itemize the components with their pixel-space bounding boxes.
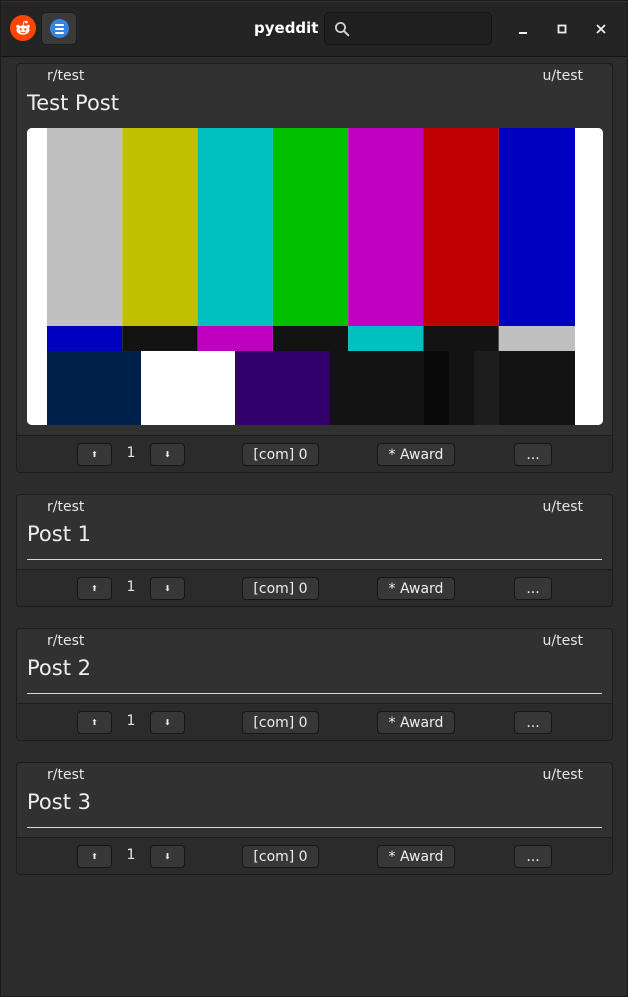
smpte-color-bars-image (27, 128, 603, 425)
subreddit-link[interactable]: r/test (47, 68, 84, 84)
more-button[interactable]: ... (514, 845, 552, 868)
award-button[interactable]: * Award (377, 443, 455, 466)
post-title[interactable]: Test Post (27, 91, 119, 115)
vote-count: 1 (126, 445, 136, 461)
downvote-button[interactable]: ⬇ (150, 845, 185, 868)
vote-count: 1 (126, 579, 136, 595)
more-button[interactable]: ... (514, 443, 552, 466)
author-link[interactable]: u/test (543, 499, 583, 515)
post-card: r/test u/test Test Post ⬆ 1 ⬇ [com] 0 * … (16, 63, 613, 473)
post-card: r/test u/test Post 1 ⬆ 1 ⬇ [com] 0 * Awa… (16, 494, 613, 607)
subreddit-link[interactable]: r/test (47, 767, 84, 783)
post-actions: ⬆ 1 ⬇ [com] 0 * Award ... (17, 837, 612, 874)
header-bar: pyeddit (1, 1, 627, 57)
author-link[interactable]: u/test (543, 68, 583, 84)
upvote-button[interactable]: ⬆ (77, 443, 112, 466)
hamburger-menu-icon (49, 19, 69, 38)
comments-button[interactable]: [com] 0 (242, 711, 319, 734)
upvote-button[interactable]: ⬆ (77, 845, 112, 868)
author-link[interactable]: u/test (543, 633, 583, 649)
comments-button[interactable]: [com] 0 (242, 845, 319, 868)
post-actions: ⬆ 1 ⬇ [com] 0 * Award ... (17, 569, 612, 606)
post-actions: ⬆ 1 ⬇ [com] 0 * Award ... (17, 435, 612, 472)
author-link[interactable]: u/test (543, 767, 583, 783)
downvote-button[interactable]: ⬇ (150, 577, 185, 600)
minimize-icon (519, 32, 527, 34)
arrow-up-icon: ⬆ (91, 583, 98, 593)
search-box[interactable] (324, 12, 492, 45)
upvote-button[interactable]: ⬆ (77, 577, 112, 600)
maximize-button[interactable] (551, 18, 573, 40)
arrow-down-icon: ⬇ (164, 851, 171, 861)
post-image[interactable] (27, 128, 603, 425)
subreddit-link[interactable]: r/test (47, 499, 84, 515)
comments-button[interactable]: [com] 0 (242, 443, 319, 466)
arrow-down-icon: ⬇ (164, 583, 171, 593)
award-button[interactable]: * Award (377, 711, 455, 734)
maximize-icon (557, 24, 567, 34)
arrow-up-icon: ⬆ (91, 851, 98, 861)
arrow-down-icon: ⬇ (164, 717, 171, 727)
minimize-button[interactable] (512, 18, 534, 40)
post-card: r/test u/test Post 3 ⬆ 1 ⬇ [com] 0 * Awa… (16, 762, 613, 875)
close-icon (596, 24, 606, 34)
upvote-button[interactable]: ⬆ (77, 711, 112, 734)
comments-button[interactable]: [com] 0 (242, 577, 319, 600)
menu-button[interactable] (41, 12, 77, 45)
title-divider (27, 559, 602, 560)
app-window: pyeddit r/test u/test Test Post ⬆ 1 ⬇ [c… (0, 0, 628, 997)
close-button[interactable] (590, 18, 612, 40)
arrow-up-icon: ⬆ (91, 449, 98, 459)
downvote-button[interactable]: ⬇ (150, 711, 185, 734)
downvote-button[interactable]: ⬇ (150, 443, 185, 466)
post-card: r/test u/test Post 2 ⬆ 1 ⬇ [com] 0 * Awa… (16, 628, 613, 741)
search-input[interactable] (357, 18, 489, 41)
vote-count: 1 (126, 847, 136, 863)
window-title: pyeddit (254, 19, 319, 37)
title-divider (27, 693, 602, 694)
more-button[interactable]: ... (514, 577, 552, 600)
vote-count: 1 (126, 713, 136, 729)
award-button[interactable]: * Award (377, 577, 455, 600)
arrow-down-icon: ⬇ (164, 449, 171, 459)
award-button[interactable]: * Award (377, 845, 455, 868)
subreddit-link[interactable]: r/test (47, 633, 84, 649)
reddit-alien-icon (10, 15, 36, 41)
post-title[interactable]: Post 1 (27, 522, 91, 546)
post-title[interactable]: Post 3 (27, 790, 91, 814)
arrow-up-icon: ⬆ (91, 717, 98, 727)
title-divider (27, 827, 602, 828)
search-icon (335, 22, 350, 37)
post-actions: ⬆ 1 ⬇ [com] 0 * Award ... (17, 703, 612, 740)
more-button[interactable]: ... (514, 711, 552, 734)
post-title[interactable]: Post 2 (27, 656, 91, 680)
